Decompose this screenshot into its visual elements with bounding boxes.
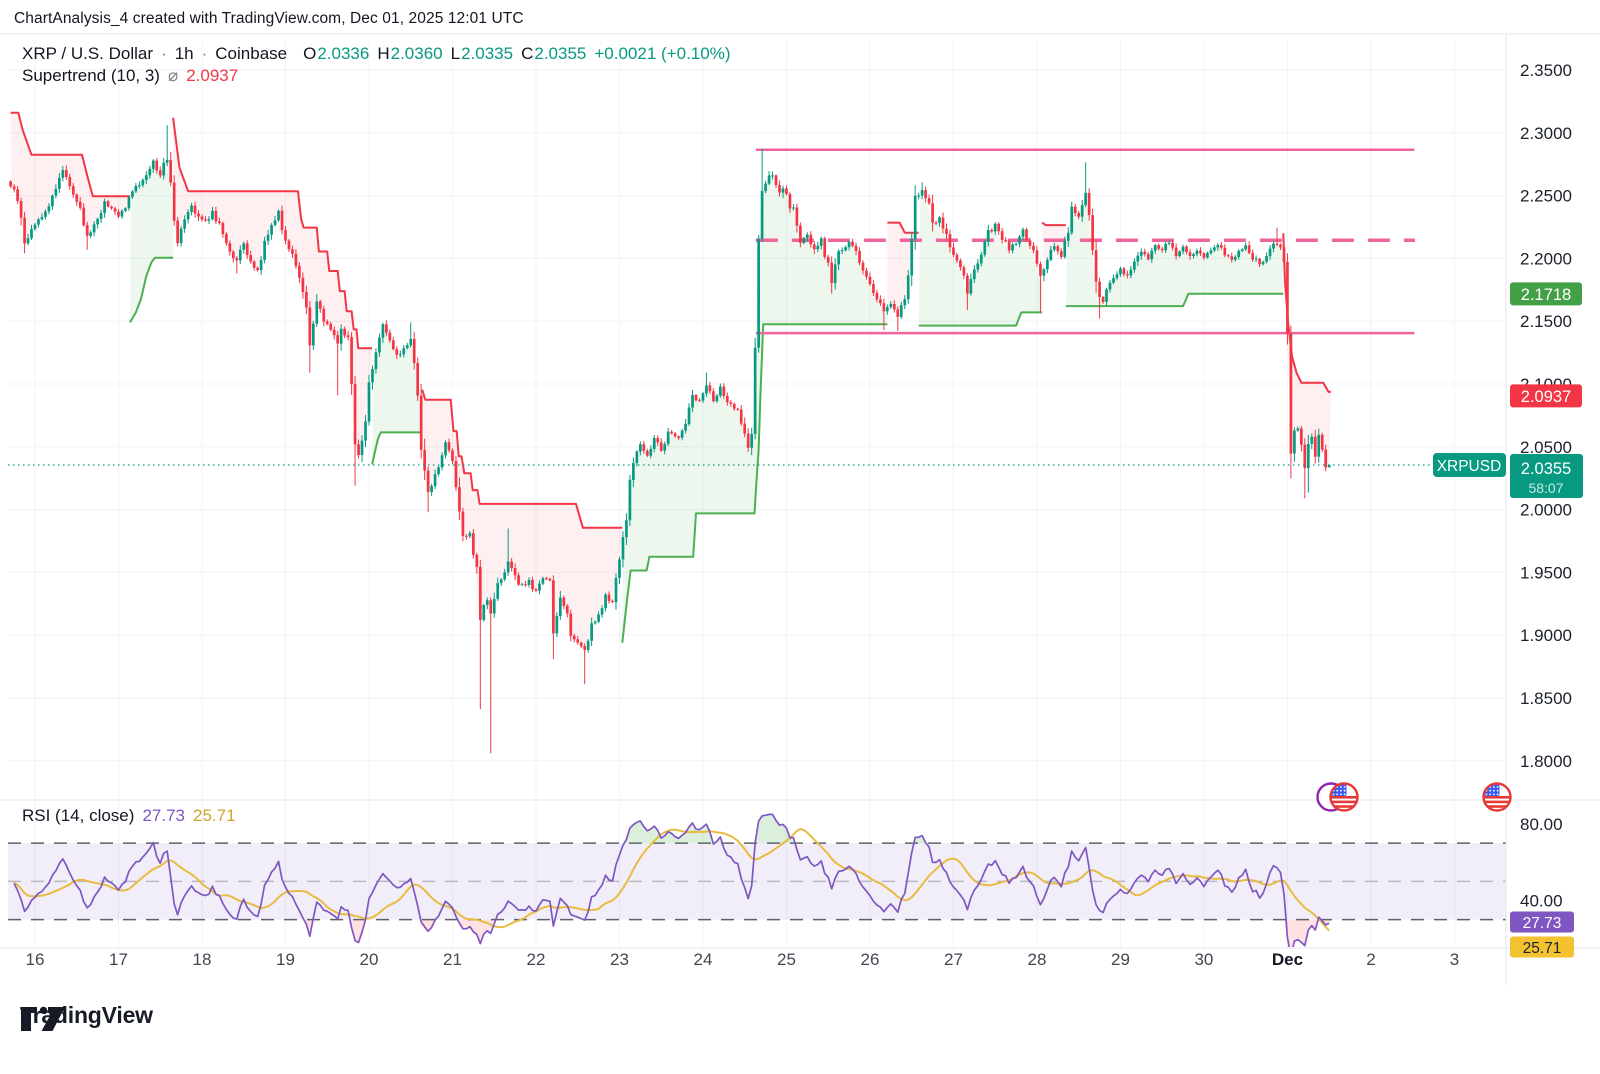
time-axis-label: 30 — [1194, 950, 1213, 969]
tradingview-chart-page: { "header": {"title": "ChartAnalysis_4 c… — [0, 0, 1600, 1074]
supertrend-legend[interactable]: Supertrend (10, 3) ⌀ 2.0937 — [22, 66, 238, 86]
svg-text:25.71: 25.71 — [1523, 940, 1562, 957]
price-axis-label: 1.8000 — [1520, 752, 1572, 771]
price-axis-label: 1.8500 — [1520, 689, 1572, 708]
separator: · — [201, 44, 208, 63]
time-axis-label: 3 — [1450, 950, 1459, 969]
ohlc-open: O 2.0336 — [303, 44, 369, 64]
time-axis-label: 2 — [1366, 950, 1375, 969]
time-axis-label: 24 — [694, 950, 713, 969]
time-axis-label: 17 — [109, 950, 128, 969]
last-price-badge: 2.0355 58:07 — [1510, 454, 1583, 499]
close-value: 2.0355 — [534, 44, 587, 63]
price-axis-label: 2.2500 — [1520, 187, 1572, 206]
supertrend-up-badge: 2.1718 — [1510, 282, 1582, 306]
pair-logo-icons — [1316, 782, 1359, 812]
change-value: +0.0021 (+0.10%) — [594, 44, 731, 63]
symbol-price-label: XRPUSD — [1433, 453, 1506, 478]
time-axis[interactable]: 16 17 18 19 20 21 22 23 24 25 26 27 28 29 30 Dec 2 3 — [26, 950, 1460, 969]
rsi-axis-label: 80.00 — [1520, 815, 1563, 834]
close-letter: C — [521, 44, 534, 63]
time-axis-label: 22 — [527, 950, 546, 969]
time-axis-label: 26 — [860, 950, 879, 969]
tradingview-logo-icon — [21, 1006, 65, 1031]
ohlc-low: L 2.0335 — [451, 44, 513, 64]
time-axis-label: 21 — [443, 950, 462, 969]
time-axis-label: 20 — [360, 950, 379, 969]
high-value: 2.0360 — [390, 44, 443, 63]
price-axis-label: 2.1500 — [1520, 312, 1572, 331]
chart-canvas[interactable]: 2.35002.30002.25002.20002.15002.10002.05… — [0, 0, 1600, 1074]
time-axis-label: 23 — [610, 950, 629, 969]
ohlc-high: H 2.0360 — [377, 44, 442, 64]
svg-text:2.1718: 2.1718 — [1521, 286, 1571, 304]
rsi-ma-value: 25.71 — [192, 806, 236, 825]
time-axis-label: 19 — [276, 950, 295, 969]
time-axis-label: Dec — [1272, 950, 1303, 969]
supertrend-value: 2.0937 — [186, 66, 239, 85]
rsi-title: RSI (14, close) — [22, 806, 135, 825]
svg-text:XRPUSD: XRPUSD — [1437, 458, 1502, 475]
price-axis-label: 2.2000 — [1520, 249, 1572, 268]
svg-text:2.0355: 2.0355 — [1521, 460, 1571, 478]
high-letter: H — [377, 44, 390, 63]
exchange-label: Coinbase — [215, 44, 288, 63]
supertrend-down-badge: 2.0937 — [1510, 384, 1582, 408]
rsi-legend[interactable]: RSI (14, close) 27.73 25.71 — [22, 806, 236, 826]
price-axis-label: 2.3000 — [1520, 124, 1572, 143]
rsi-ma-value-badge: 25.71 — [1510, 936, 1574, 958]
symbol-title: XRP / U.S. Dollar — [22, 44, 154, 63]
timeframe-label[interactable]: 1h — [175, 44, 194, 64]
time-axis-label: 16 — [26, 950, 45, 969]
time-axis-label: 29 — [1111, 950, 1130, 969]
us-flag-icon-axis — [1482, 782, 1512, 812]
average-icon: ⌀ — [167, 66, 179, 85]
separator: · — [161, 44, 167, 63]
low-value: 2.0335 — [461, 44, 514, 63]
supertrend-title: Supertrend (10, 3) — [22, 66, 160, 85]
rsi-pane — [8, 813, 1506, 947]
svg-text:2.0937: 2.0937 — [1521, 388, 1571, 406]
rsi-value: 27.73 — [142, 806, 185, 825]
price-axis-label: 1.9000 — [1520, 626, 1572, 645]
open-value: 2.0336 — [317, 44, 370, 63]
price-axis-label: 2.3500 — [1520, 61, 1572, 80]
tradingview-logo[interactable]: TradingView — [20, 1002, 153, 1031]
svg-text:27.73: 27.73 — [1523, 915, 1562, 932]
ohlc-close: C 2.0355 — [521, 44, 586, 64]
time-axis-label: 18 — [193, 950, 212, 969]
rsi-axis-label: 40.00 — [1520, 892, 1563, 911]
price-axis-label: 2.0000 — [1520, 501, 1572, 520]
main-series-legend[interactable]: XRP / U.S. Dollar · 1h · Coinbase O 2.03… — [22, 44, 730, 64]
time-axis-label: 28 — [1027, 950, 1046, 969]
price-axis-label: 2.0500 — [1520, 438, 1572, 457]
rsi-value-badge: 27.73 — [1510, 911, 1574, 933]
open-letter: O — [303, 44, 317, 63]
time-axis-label: 25 — [777, 950, 796, 969]
supertrend-bands — [10, 111, 1331, 650]
bar-countdown: 58:07 — [1528, 480, 1563, 496]
price-axis-label: 1.9500 — [1520, 563, 1572, 582]
low-letter: L — [450, 44, 461, 63]
time-axis-label: 27 — [944, 950, 963, 969]
